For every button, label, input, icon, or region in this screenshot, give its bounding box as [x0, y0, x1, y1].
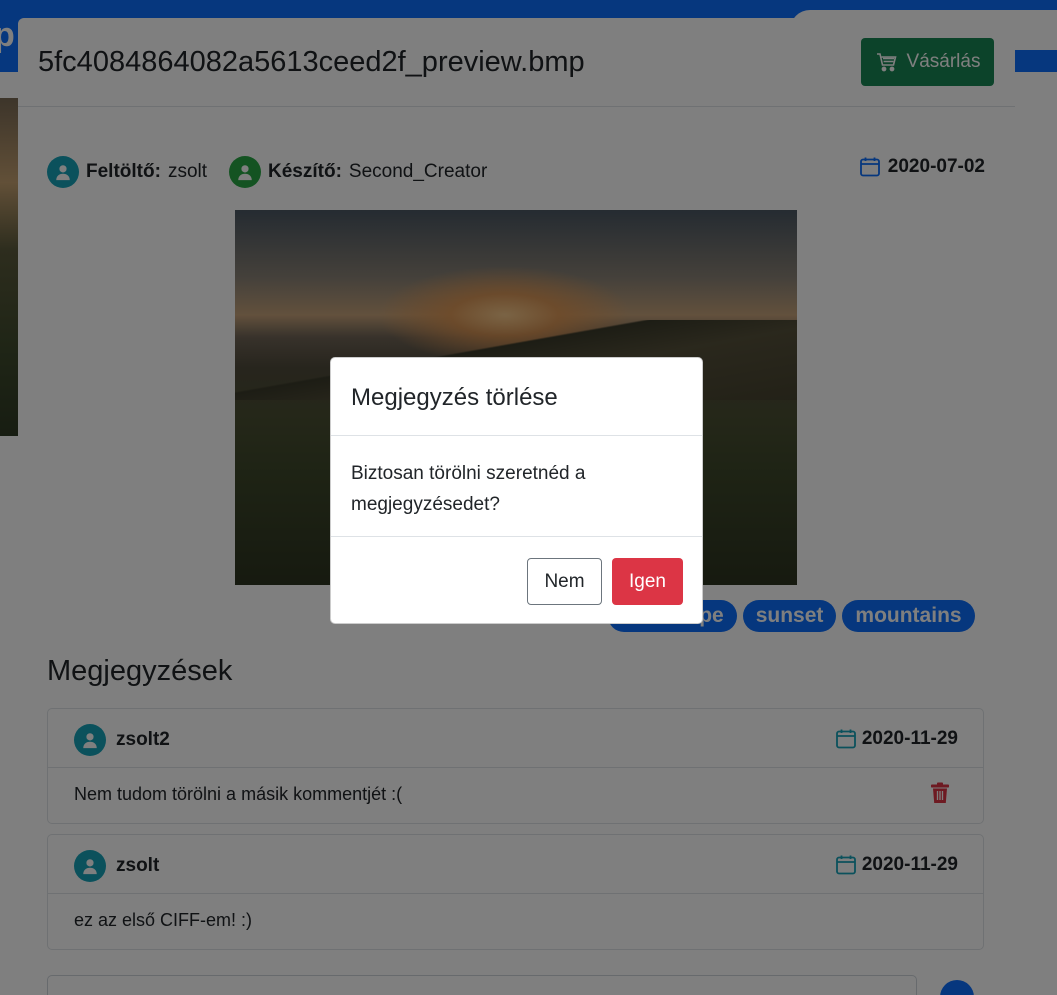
dialog-title: Megjegyzés törlése — [331, 358, 702, 436]
delete-comment-dialog: Megjegyzés törlése Biztosan törölni szer… — [330, 357, 703, 624]
cancel-button[interactable]: Nem — [527, 558, 602, 605]
dialog-footer: Nem Igen — [331, 537, 702, 624]
confirm-delete-button[interactable]: Igen — [612, 558, 683, 605]
dialog-message: Biztosan törölni szeretnéd a megjegyzése… — [331, 436, 702, 537]
